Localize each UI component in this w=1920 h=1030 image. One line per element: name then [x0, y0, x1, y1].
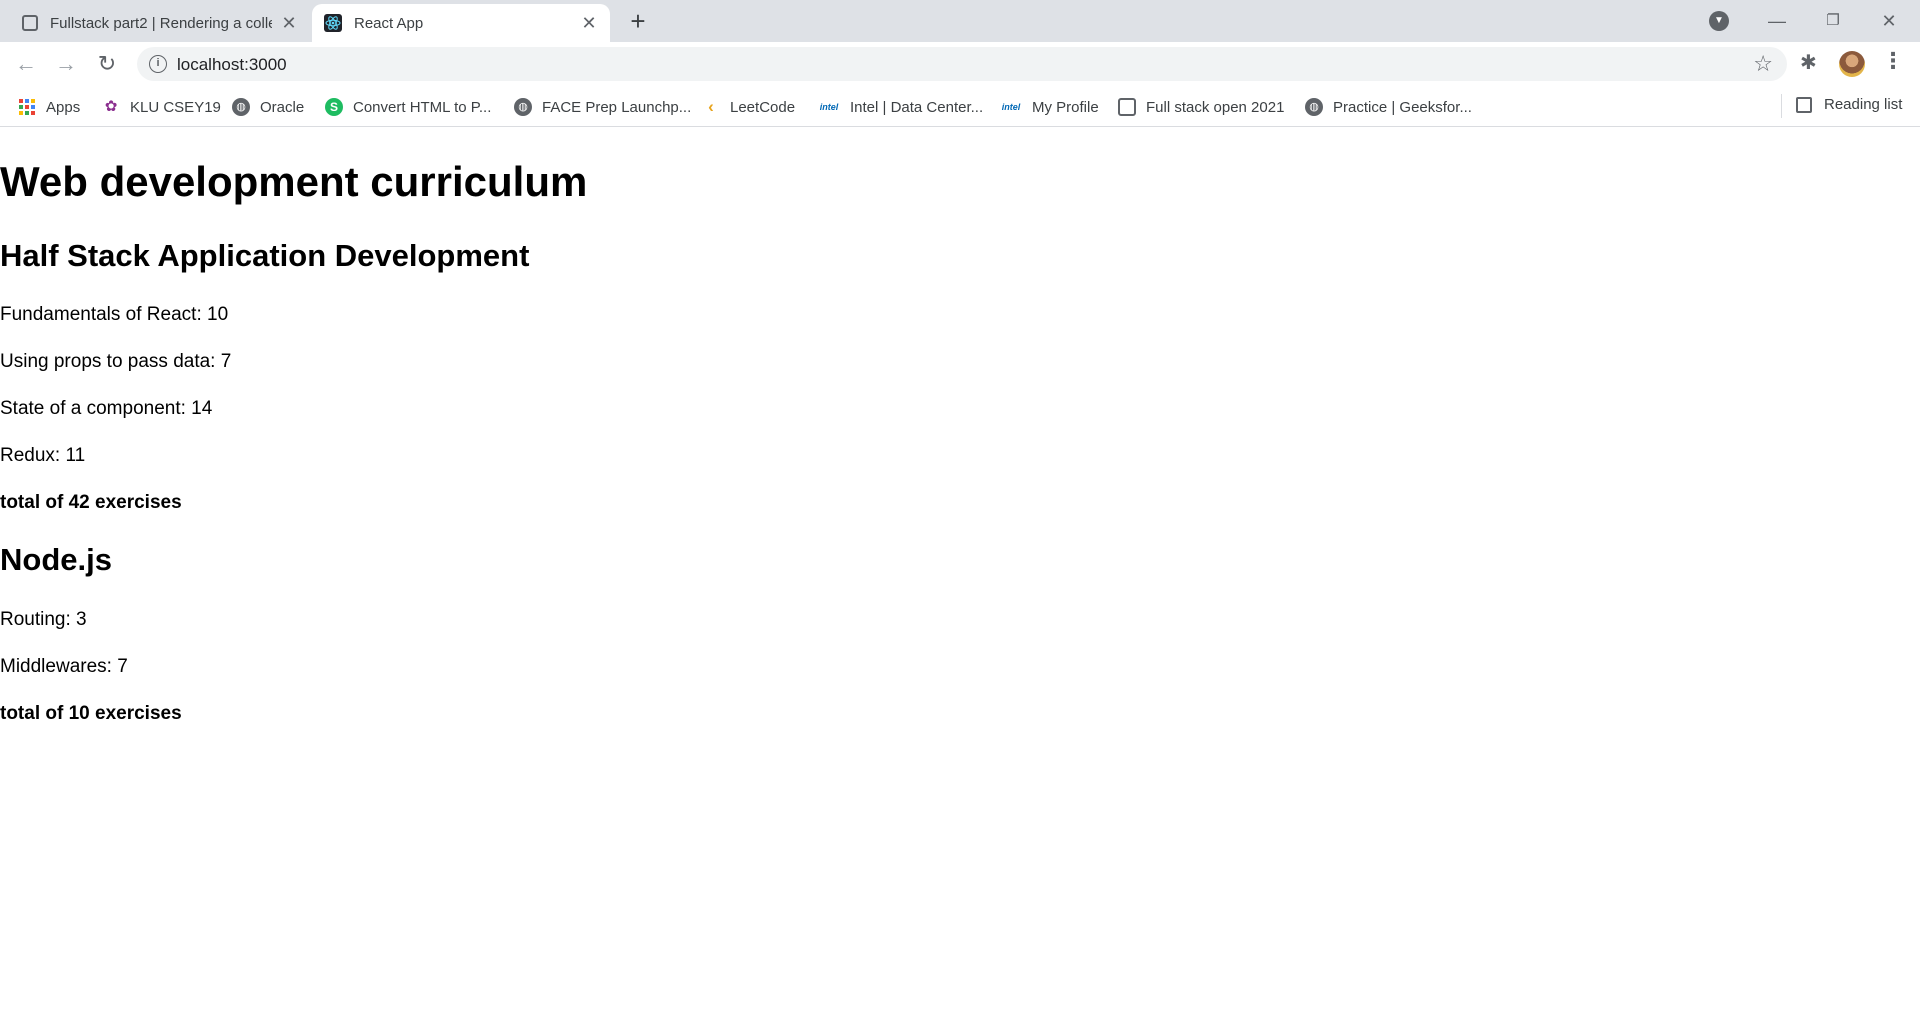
page-icon	[22, 15, 38, 31]
bookmark-label: Intel | Data Center...	[850, 98, 984, 116]
page-title: Web development curriculum	[0, 158, 588, 205]
course-part: State of a component: 14	[0, 398, 213, 419]
extensions-icon[interactable]: ✱	[1800, 50, 1817, 75]
avatar[interactable]	[1839, 51, 1865, 77]
menu-icon[interactable]: ⋮	[1882, 48, 1904, 74]
site-info-icon[interactable]: i	[149, 55, 167, 73]
react-icon	[324, 14, 342, 32]
bookmark-face-prep[interactable]: ◍ FACE Prep Launchp...	[514, 96, 691, 118]
course-part: Fundamentals of React: 10	[0, 304, 229, 325]
s-icon: S	[325, 98, 343, 116]
bookmark-label: Apps	[46, 98, 81, 116]
course-part: Using props to pass data: 7	[0, 351, 232, 372]
tab-strip: Fullstack part2 | Rendering a collection…	[0, 0, 1920, 42]
bookmark-leetcode[interactable]: ‹ LeetCode	[702, 96, 795, 118]
globe-icon: ◍	[514, 98, 532, 116]
bookmark-label: LeetCode	[730, 98, 796, 116]
bookmark-label: Practice | Geeksfor...	[1333, 98, 1472, 116]
bookmark-apps[interactable]: Apps	[18, 96, 80, 118]
bookmark-label: Oracle	[260, 98, 305, 116]
reading-list-button[interactable]: Reading list	[1796, 96, 1902, 113]
minimize-icon[interactable]: —	[1754, 6, 1800, 36]
course-part: Routing: 3	[0, 609, 87, 630]
divider	[1781, 94, 1782, 118]
globe-icon: ◍	[232, 98, 250, 116]
bookmark-oracle[interactable]: ◍ Oracle	[232, 96, 304, 118]
klu-icon: ✿	[104, 98, 118, 115]
bookmark-label: Convert HTML to P...	[353, 98, 492, 116]
bookmark-my-profile[interactable]: intel My Profile	[1000, 96, 1099, 118]
intel-icon: intel	[1001, 102, 1021, 112]
url-text[interactable]: localhost:3000	[177, 55, 287, 75]
window-close-icon[interactable]: ✕	[1866, 6, 1912, 36]
bookmark-klu[interactable]: ✿ KLU CSEY19	[102, 96, 221, 118]
tab-fullstack[interactable]: Fullstack part2 | Rendering a collection…	[10, 4, 310, 42]
restore-icon[interactable]: ❐	[1810, 6, 1856, 36]
bookmark-intel-data-center[interactable]: intel Intel | Data Center...	[818, 96, 983, 118]
bookmark-label: Full stack open 2021	[1146, 98, 1285, 116]
course-part: Redux: 11	[0, 445, 86, 466]
page-icon	[1118, 98, 1136, 116]
reading-list-label: Reading list	[1824, 96, 1903, 113]
new-tab-button[interactable]: +	[624, 8, 652, 36]
address-bar[interactable]: i localhost:3000 ☆	[137, 47, 1787, 81]
course-total: total of 10 exercises	[0, 703, 182, 724]
forward-icon[interactable]: →	[52, 50, 80, 78]
bookmark-full-stack-open[interactable]: Full stack open 2021	[1118, 96, 1284, 118]
close-tab-icon[interactable]: ✕	[580, 14, 598, 32]
tab-title: Fullstack part2 | Rendering a collection	[50, 14, 272, 32]
bookmark-label: FACE Prep Launchp...	[542, 98, 692, 116]
globe-icon: ◍	[1305, 98, 1323, 116]
bookmark-star-icon[interactable]: ☆	[1753, 51, 1773, 77]
browser-toolbar: ← → ↻ i localhost:3000 ☆	[0, 42, 1920, 86]
bookmark-geeksforgeeks[interactable]: ◍ Practice | Geeksfor...	[1305, 96, 1472, 118]
course-total: total of 42 exercises	[0, 492, 182, 513]
leetcode-icon: ‹	[708, 97, 714, 116]
bookmark-convert-html[interactable]: S Convert HTML to P...	[325, 96, 491, 118]
intel-icon: intel	[819, 102, 839, 112]
tab-search-icon[interactable]: ▼	[1709, 11, 1729, 31]
apps-grid-icon	[18, 98, 36, 116]
reload-icon[interactable]: ↻	[93, 50, 121, 78]
bookmark-label: My Profile	[1032, 98, 1099, 116]
back-icon[interactable]: ←	[12, 50, 40, 78]
close-tab-icon[interactable]: ✕	[280, 14, 298, 32]
bookmarks-bar: Apps ✿ KLU CSEY19 ◍ Oracle S Convert HTM…	[0, 86, 1920, 127]
course-title: Node.js	[0, 542, 112, 577]
tab-react-app[interactable]: React App ✕	[312, 4, 610, 42]
tab-title: React App	[354, 14, 424, 32]
course-title: Half Stack Application Development	[0, 238, 530, 273]
reading-list-icon	[1796, 96, 1812, 113]
bookmark-label: KLU CSEY19	[130, 98, 221, 116]
course-part: Middlewares: 7	[0, 656, 128, 677]
